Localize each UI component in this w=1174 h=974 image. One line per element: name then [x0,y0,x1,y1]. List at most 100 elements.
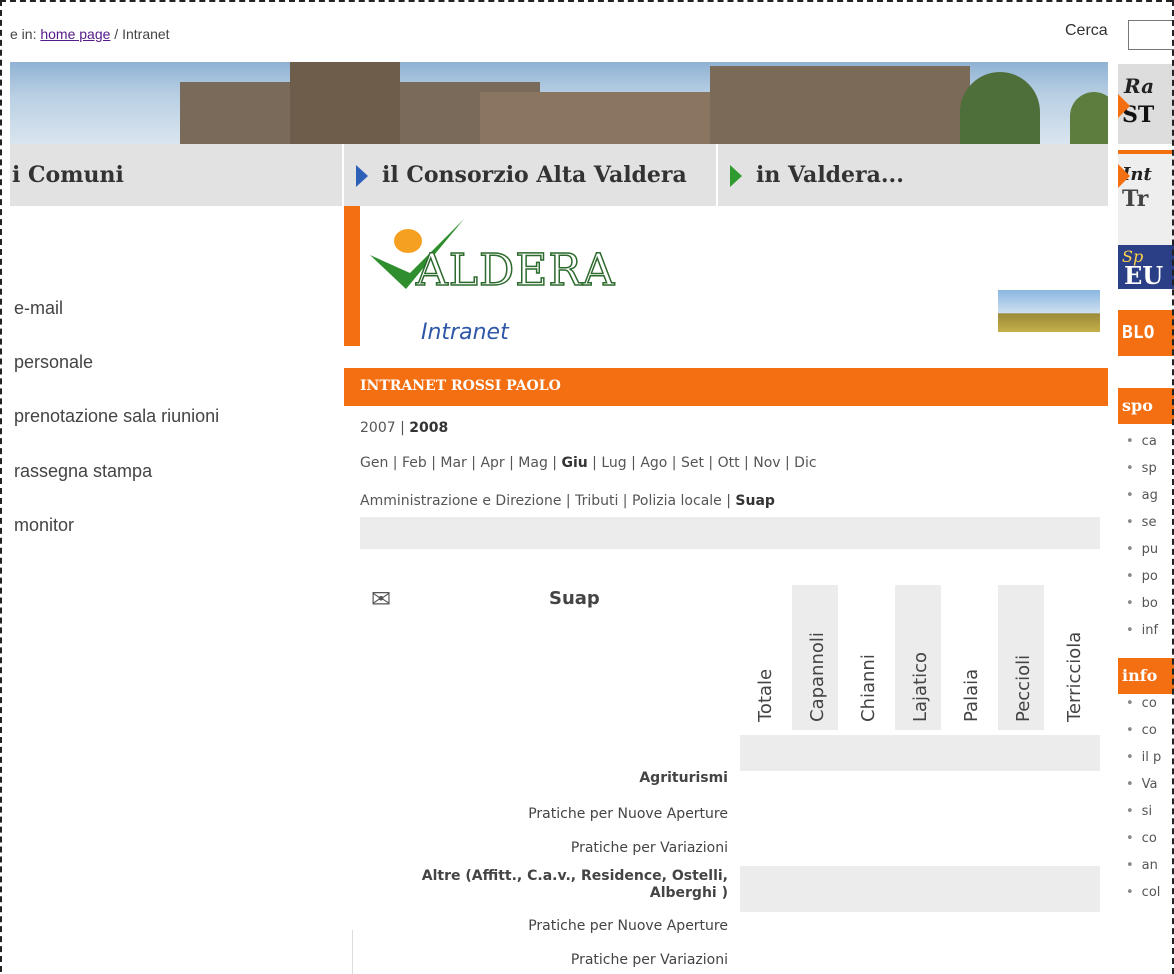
banner-tree-small [1070,92,1108,144]
logo-brand: ALDERA [415,244,616,297]
department-link[interactable]: Polizia locale [632,493,722,509]
month-link[interactable]: Nov [753,455,780,471]
right-list-item[interactable]: ag [1126,488,1158,503]
right-list-item[interactable]: inf [1126,623,1158,638]
nav-separator [342,144,344,206]
search-input[interactable] [1128,20,1174,50]
menu-item-monitor[interactable]: monitor [14,515,74,536]
envelope-icon[interactable]: ✉ [371,585,391,613]
orange-arrow-icon [1118,164,1130,188]
blog-label: BLO [1122,322,1155,343]
blue-arrow-icon [356,165,368,187]
sport-section-header: spo [1118,388,1174,424]
year-2008-link[interactable]: 2008 [409,420,448,436]
year-selector: 2007 | 2008 [360,420,448,436]
month-link[interactable]: Feb [402,455,427,471]
search-label: Cerca [1065,22,1108,39]
menu-item-prenotazione[interactable]: prenotazione sala riunioni [14,406,219,427]
right-list-item[interactable]: col [1126,885,1161,900]
month-link[interactable]: Apr [480,455,504,471]
orange-arrow-icon [1118,94,1130,118]
info-header-label: info [1122,666,1158,685]
table-row-shade [740,866,1100,912]
year-separator: | [395,420,410,436]
month-separator: | [547,455,562,471]
green-arrow-icon [730,165,742,187]
right-list-item[interactable]: sp [1126,461,1157,476]
right-list-item[interactable]: co [1126,831,1157,846]
blog-banner[interactable]: BLO [1118,310,1174,356]
month-separator: | [703,455,718,471]
home-page-link[interactable]: home page [40,26,110,42]
month-link[interactable]: Mag [518,455,548,471]
month-link[interactable]: Set [681,455,704,471]
month-link[interactable]: Ago [640,455,667,471]
department-separator: | [618,493,632,509]
table-row-label: Pratiche per Variazioni [570,840,728,856]
europe-banner[interactable]: Sp EU [1118,245,1174,290]
department-selector: Amministrazione e Direzione | Tributi | … [360,493,775,509]
table-row-label: Agriturismi [639,770,728,786]
column-header: Capannoli [791,585,838,730]
month-separator: | [587,455,602,471]
table-row-label: Pratiche per Nuove Aperture [528,806,728,822]
table-row-label: Pratiche per Nuove Aperture [528,918,728,934]
month-link[interactable]: Gen [360,455,388,471]
month-link[interactable]: Ott [718,455,740,471]
month-link[interactable]: Giu [561,455,587,471]
column-header: Totale [740,585,786,730]
month-separator: | [426,455,441,471]
menu-item-email[interactable]: e-mail [14,298,63,319]
nav-consorzio[interactable]: il Consorzio Alta Valdera [356,144,687,206]
month-separator: | [466,455,481,471]
column-header-label: Peccioli [1012,654,1034,722]
right-list-item[interactable]: il p [1126,750,1162,765]
intranet-title-bar: INTRANET ROSSI PAOLO [344,368,1108,406]
right-list-item[interactable]: Va [1126,777,1158,792]
right-list-item[interactable]: ca [1126,434,1157,449]
banner-tree [960,72,1040,144]
right-list-item[interactable]: pu [1126,542,1159,557]
right-list-item[interactable]: si [1126,804,1152,819]
column-header-label: Capannoli [806,632,828,722]
department-link[interactable]: Amministrazione e Direzione [360,493,561,509]
menu-item-rassegna[interactable]: rassegna stampa [14,461,152,482]
table-row-label: Altre (Affitt., C.a.v., Residence, Ostel… [421,868,728,901]
breadcrumb-current: / Intranet [110,26,170,42]
department-link[interactable]: Suap [735,493,775,509]
right-list-item[interactable]: bo [1126,596,1158,611]
nav-comuni[interactable]: i Comuni [12,144,124,206]
column-header-label: Terricciola [1064,631,1085,722]
main-nav: i Comuni il Consorzio Alta Valdera in Va… [10,144,1108,206]
menu-item-personale[interactable]: personale [14,352,93,373]
month-separator: | [780,455,795,471]
column-header-label: Chianni [858,654,879,722]
month-link[interactable]: Dic [794,455,816,471]
filter-spacer-bar [360,517,1100,549]
logo-accent-bar [344,206,360,346]
info-section-header: info [1118,658,1174,694]
top-bar: e in: home page / Intranet Cerca [0,12,1174,62]
page-title: INTRANET ROSSI PAOLO [360,378,561,394]
column-header: Chianni [843,585,889,730]
column-header-label: Palaia [961,668,982,722]
table-row-shade [740,735,1100,771]
banner-castle-house [480,92,740,144]
banner-castle-keep [710,66,970,144]
month-link[interactable]: Mar [440,455,466,471]
right-list-item[interactable]: se [1126,515,1157,530]
year-2007-link[interactable]: 2007 [360,420,396,436]
header-banner [10,62,1108,144]
department-link[interactable]: Tributi [575,493,618,509]
right-list-item[interactable]: an [1126,858,1158,873]
nav-valdera-label: in Valdera... [756,162,904,188]
month-link[interactable]: Lug [601,455,626,471]
right-list-item[interactable]: co [1126,723,1157,738]
nav-consorzio-label: il Consorzio Alta Valdera [382,162,687,188]
month-separator: | [504,455,519,471]
nav-valdera[interactable]: in Valdera... [730,144,904,206]
banner-castle-tower [290,62,400,144]
column-header: Terricciola [1049,585,1095,730]
right-list-item[interactable]: co [1126,696,1157,711]
right-list-item[interactable]: po [1126,569,1158,584]
